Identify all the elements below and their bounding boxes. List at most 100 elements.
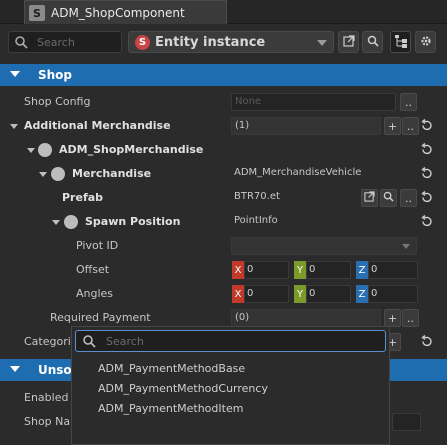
search-icon xyxy=(367,35,379,50)
reset-icon[interactable] xyxy=(420,118,434,133)
hierarchy-button[interactable] xyxy=(390,31,411,53)
shop-config-field[interactable]: None xyxy=(231,93,396,111)
x-axis-label: X xyxy=(232,285,244,303)
property-label: Merchandise xyxy=(72,167,152,180)
angles-z-value[interactable]: 0 xyxy=(368,285,418,303)
more-button[interactable]: .. xyxy=(402,309,419,327)
gear-icon xyxy=(420,35,432,50)
property-row-angles: Angles X 0 Y 0 Z 0 xyxy=(0,282,447,306)
settings-button[interactable] xyxy=(415,31,436,53)
entity-instance-dropdown[interactable]: S Entity instance xyxy=(128,31,334,53)
pivot-id-dropdown[interactable] xyxy=(231,237,417,255)
browse-button[interactable]: .. xyxy=(400,189,417,207)
open-external-icon xyxy=(364,191,375,205)
component-title: ADM_ShopComponent xyxy=(51,6,185,20)
array-count-field: (1) xyxy=(231,117,381,135)
z-axis-label: Z xyxy=(356,285,368,303)
property-label: Shop Na xyxy=(24,415,71,428)
popup-option[interactable]: ADM_PaymentMethodItem xyxy=(98,402,243,415)
popup-search-input[interactable]: Search xyxy=(75,330,386,352)
object-icon xyxy=(38,143,52,157)
chevron-down-icon[interactable] xyxy=(52,220,60,225)
property-label: Categori xyxy=(24,335,71,348)
reset-icon[interactable] xyxy=(420,214,434,229)
property-value: PointInfo xyxy=(234,215,278,226)
object-icon xyxy=(51,167,65,181)
prefab-value[interactable]: BTR70.et xyxy=(234,191,280,202)
chevron-down-icon xyxy=(402,244,410,249)
array-count-field: (0) xyxy=(231,309,381,327)
chevron-down-icon xyxy=(10,71,20,77)
search-placeholder: Search xyxy=(37,36,75,49)
entity-dropdown-label: Entity instance xyxy=(155,35,266,50)
search-icon xyxy=(82,334,96,351)
reset-icon[interactable] xyxy=(420,142,434,157)
find-prefab-button[interactable] xyxy=(380,189,397,207)
hierarchy-icon xyxy=(394,34,408,51)
find-button[interactable] xyxy=(362,31,383,53)
y-axis-label: Y xyxy=(294,261,306,279)
property-label: Offset xyxy=(76,263,110,276)
property-label: ADM_ShopMerchandise xyxy=(59,143,204,156)
property-label: Prefab xyxy=(62,191,104,204)
angles-x-value[interactable]: 0 xyxy=(244,285,289,303)
property-label: Pivot ID xyxy=(76,239,119,252)
inspector-toolbar: Search S Entity instance xyxy=(0,28,447,56)
x-axis-label: X xyxy=(232,261,244,279)
property-row-shop-merchandise: ADM_ShopMerchandise xyxy=(0,138,447,162)
property-row-spawn-position: Spawn Position PointInfo xyxy=(0,210,447,234)
chevron-down-icon xyxy=(10,366,20,372)
reset-icon[interactable] xyxy=(420,334,434,349)
array-count: (0) xyxy=(235,312,250,323)
section-header-shop[interactable]: Shop xyxy=(0,64,447,86)
property-label: Additional Merchandise xyxy=(24,119,171,132)
y-axis-label: Y xyxy=(294,285,306,303)
shop-name-field[interactable] xyxy=(392,413,421,431)
open-external-button[interactable] xyxy=(338,31,359,53)
offset-y-value[interactable]: 0 xyxy=(306,261,351,279)
property-row-offset: Offset X 0 Y 0 Z 0 xyxy=(0,258,447,282)
property-row-pivot-id: Pivot ID xyxy=(0,234,447,258)
add-item-button[interactable]: + xyxy=(384,309,401,327)
property-label: Required Payment xyxy=(50,311,151,324)
chevron-down-icon[interactable] xyxy=(27,148,35,153)
property-row-additional-merchandise: Additional Merchandise (1) + .. xyxy=(0,114,447,138)
open-external-icon xyxy=(342,34,355,50)
script-icon: S xyxy=(29,5,45,21)
browse-button[interactable]: .. xyxy=(400,93,417,111)
search-input[interactable]: Search xyxy=(8,31,122,53)
property-row-shop-config: Shop Config None .. xyxy=(0,90,447,114)
object-icon xyxy=(64,215,78,229)
reset-icon[interactable] xyxy=(420,166,434,181)
entity-script-icon: S xyxy=(135,35,150,50)
chevron-down-icon[interactable] xyxy=(10,124,18,129)
popup-option[interactable]: ADM_PaymentMethodCurrency xyxy=(98,382,268,395)
property-row-merchandise: Merchandise ADM_MerchandiseVehicle xyxy=(0,162,447,186)
chevron-down-icon[interactable] xyxy=(39,172,47,177)
angles-y-value[interactable]: 0 xyxy=(306,285,351,303)
component-title-bar: S ADM_ShopComponent xyxy=(0,0,447,24)
more-button[interactable]: .. xyxy=(402,117,419,135)
popup-option[interactable]: ADM_PaymentMethodBase xyxy=(98,362,245,375)
property-label: Shop Config xyxy=(24,95,91,108)
open-prefab-button[interactable] xyxy=(361,189,378,207)
section-title: Shop xyxy=(38,68,73,82)
chevron-down-icon xyxy=(317,40,327,46)
property-row-prefab: Prefab BTR70.et .. xyxy=(0,186,447,210)
property-label: Angles xyxy=(76,287,114,300)
array-count: (1) xyxy=(235,120,250,131)
property-label: Spawn Position xyxy=(85,215,181,228)
z-axis-label: Z xyxy=(356,261,368,279)
type-picker-popup: Search ADM_PaymentMethodBase ADM_Payment… xyxy=(71,326,390,445)
property-value: ADM_MerchandiseVehicle xyxy=(234,167,362,178)
search-icon xyxy=(383,191,394,205)
property-label: Enabled xyxy=(24,391,69,404)
add-item-button[interactable]: + xyxy=(384,117,401,135)
offset-x-value[interactable]: 0 xyxy=(244,261,289,279)
offset-z-value[interactable]: 0 xyxy=(368,261,418,279)
reset-icon[interactable] xyxy=(420,190,434,205)
search-placeholder: Search xyxy=(106,335,144,348)
component-tab[interactable]: S ADM_ShopComponent xyxy=(24,0,227,24)
section-title: Unso xyxy=(38,363,72,377)
search-icon xyxy=(14,35,28,52)
